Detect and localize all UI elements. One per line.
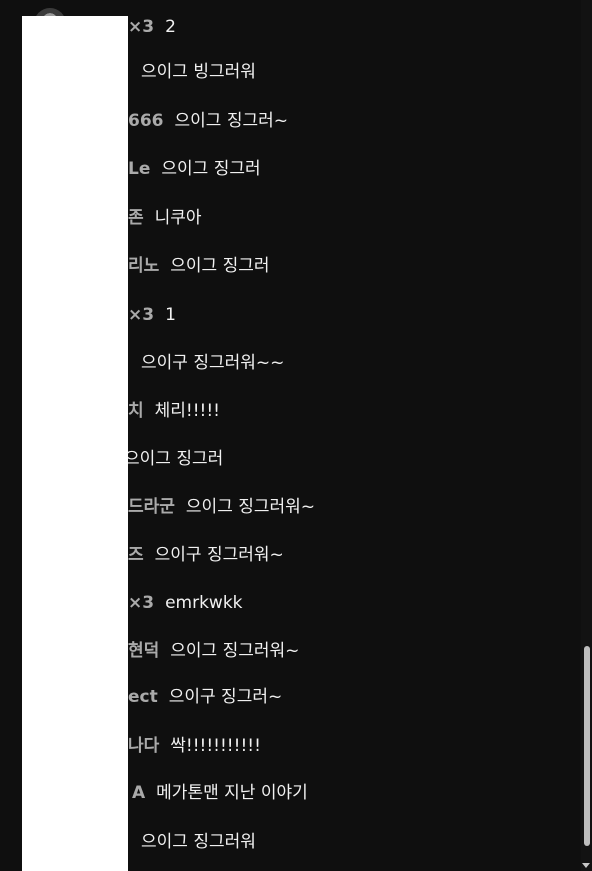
scrollbar-thumb[interactable] (584, 646, 590, 846)
chat-text: emrkwkk (165, 593, 243, 613)
chat-author[interactable]: 치 (128, 401, 144, 421)
chat-author[interactable]: Le (128, 159, 150, 179)
chat-text: 으이그 징그러워~ (170, 641, 300, 661)
chat-author[interactable]: 현덕 (128, 641, 159, 661)
chat-author[interactable]: A (132, 783, 145, 803)
chat-text: 으이그 징그러 (170, 256, 270, 276)
chat-text: 1 (165, 305, 176, 325)
chat-text: 으이그 빙그러워 (141, 62, 256, 82)
chat-author[interactable]: 존 (128, 208, 144, 228)
chat-message: 으이그 징그러워 (141, 828, 256, 856)
chat-author[interactable]: 즈 (128, 545, 144, 565)
chat-text: 체리!!!!! (154, 401, 220, 421)
chat-author[interactable]: ×3 (128, 305, 154, 325)
chat-message: ×3 emrkwkk (128, 589, 243, 617)
chat-message: ect 으이구 징그러~ (128, 683, 282, 711)
chat-message: 666 으이그 징그러~ (128, 107, 288, 135)
chat-text: 메가톤맨 지난 이야기 (156, 783, 308, 803)
chat-text: 으이그 징그러 (124, 449, 224, 469)
chat-text: 싹!!!!!!!!!!! (170, 736, 261, 756)
chat-author[interactable]: 666 (128, 111, 164, 131)
chat-message: 현덕 으이그 징그러워~ (128, 637, 299, 665)
chat-text: 으이구 징그러~ (168, 687, 283, 707)
scroll-down-arrow-icon[interactable] (582, 863, 590, 868)
chat-message: 으이그 빙그러워 (141, 58, 256, 86)
chat-author[interactable]: 리노 (128, 256, 159, 276)
chat-text: 으이그 징그러워~ (185, 497, 316, 517)
chat-message: 치 체리!!!!! (128, 397, 220, 425)
chat-message: ×3 1 (128, 301, 176, 329)
chat-message: 으이구 징그러워~~ (141, 349, 284, 377)
chat-author[interactable]: ect (128, 687, 158, 707)
chat-text: 으이그 징그러워 (141, 832, 256, 852)
chat-text: 2 (165, 17, 176, 37)
chat-message: A 메가톤맨 지난 이야기 (132, 779, 308, 807)
chat-author[interactable]: ×3 (128, 593, 154, 613)
redaction-overlay (22, 16, 128, 871)
live-chat-panel: ×3 2 으이그 빙그러워 666 으이그 징그러~ Le 으이그 징그러 존 니쿠아 … (0, 0, 581, 871)
chat-text: 으이그 징그러 (161, 159, 261, 179)
chat-text: 으이구 징그러워~~ (141, 353, 285, 373)
chat-author[interactable]: 나다 (128, 736, 159, 756)
chat-scrollbar[interactable] (581, 0, 592, 871)
chat-author[interactable]: ×3 (128, 17, 154, 37)
chat-message: 나다 싹!!!!!!!!!!! (128, 732, 261, 760)
chat-message: 존 니쿠아 (128, 204, 202, 232)
chat-message: Le 으이그 징그러 (128, 155, 261, 183)
chat-author[interactable]: 드라군 (128, 497, 175, 517)
chat-message: 드라군 으이그 징그러워~ (128, 493, 315, 521)
chat-message: ×3 2 (128, 13, 176, 41)
chat-text: 으이그 징그러~ (174, 111, 289, 131)
chat-message: 리노 으이그 징그러 (128, 252, 270, 280)
chat-text: 으이구 징그러워~ (154, 545, 284, 565)
chat-message: 즈 으이구 징그러워~ (128, 541, 284, 569)
chat-text: 니쿠아 (154, 208, 202, 228)
chat-message: 으이그 징그러 (124, 445, 223, 473)
